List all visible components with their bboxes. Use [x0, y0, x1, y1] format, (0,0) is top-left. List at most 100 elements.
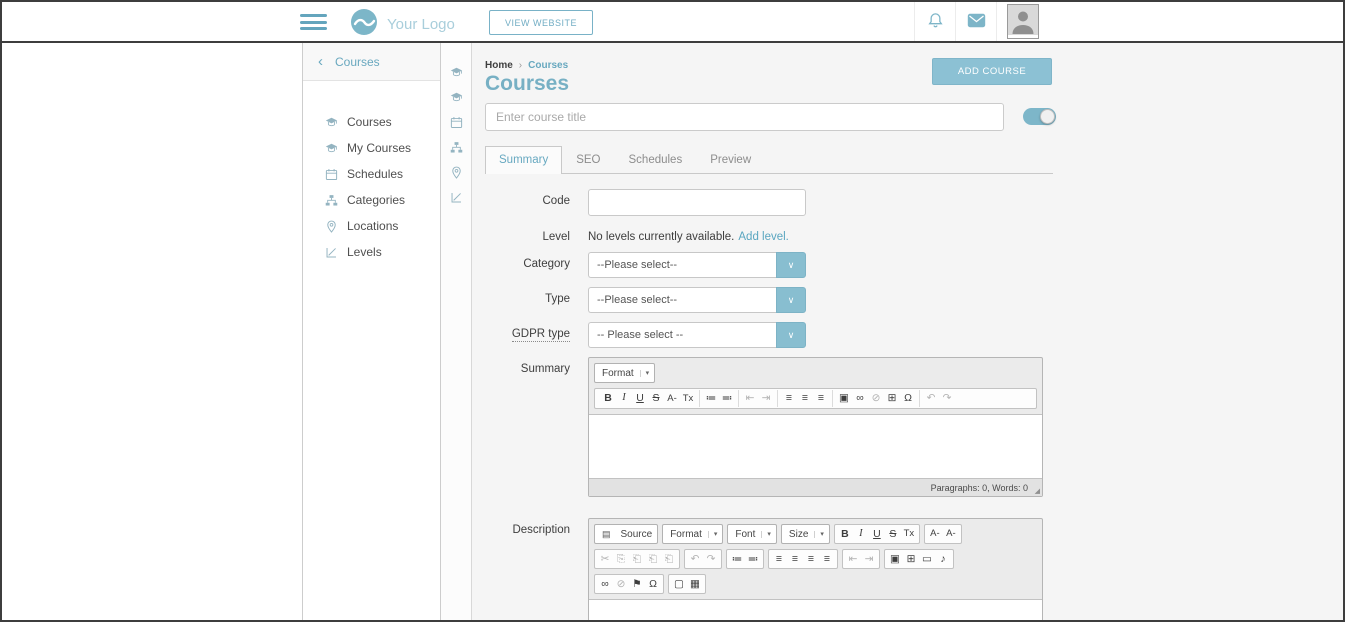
- media-button[interactable]: ♪: [935, 551, 951, 568]
- table-button[interactable]: ⊞: [884, 390, 900, 407]
- maximize-button[interactable]: ▢: [671, 576, 687, 593]
- gdpr-select[interactable]: -- Please select -- ∨: [588, 322, 806, 348]
- sidebar-item-my-courses[interactable]: My Courses: [303, 135, 440, 161]
- bulleted-list-button[interactable]: ≕: [745, 551, 761, 568]
- rail-item-my-courses[interactable]: [441, 85, 471, 110]
- type-select-value[interactable]: --Please select--: [588, 287, 776, 313]
- code-input[interactable]: [588, 189, 806, 216]
- special-char-button[interactable]: Ω: [900, 390, 916, 407]
- special-char-button[interactable]: Ω: [645, 576, 661, 593]
- paste-word-button[interactable]: ⎗: [661, 551, 677, 568]
- numbered-list-button[interactable]: ≔: [703, 390, 719, 407]
- inbox-button[interactable]: [955, 2, 996, 41]
- logo[interactable]: Your Logo: [350, 8, 455, 41]
- outdent-button[interactable]: ⇤: [845, 551, 861, 568]
- flag-button[interactable]: ⚑: [629, 576, 645, 593]
- sidebar-item-locations[interactable]: Locations: [303, 213, 440, 239]
- add-level-link[interactable]: Add level.: [738, 231, 789, 243]
- underline-button[interactable]: U: [632, 390, 648, 407]
- align-center-button[interactable]: ≡: [797, 390, 813, 407]
- notifications-button[interactable]: [914, 2, 955, 41]
- undo-button[interactable]: ↶: [923, 390, 939, 407]
- tab-summary[interactable]: Summary: [485, 146, 562, 174]
- paste-button[interactable]: ⎗: [629, 551, 645, 568]
- graduation-cap-icon: [324, 116, 338, 129]
- description-editor-body[interactable]: [589, 599, 1042, 620]
- sidebar-item-levels[interactable]: Levels: [303, 239, 440, 265]
- resize-handle[interactable]: ◢: [1035, 487, 1040, 495]
- breadcrumb-home[interactable]: Home: [485, 60, 513, 71]
- link-button[interactable]: ∞: [852, 390, 868, 407]
- size-dropdown[interactable]: Size ▾: [781, 524, 830, 544]
- text-color-button[interactable]: A-: [664, 390, 680, 407]
- align-left-button[interactable]: ≡: [771, 551, 787, 568]
- tab-schedules[interactable]: Schedules: [615, 146, 697, 174]
- align-right-button[interactable]: ≡: [813, 390, 829, 407]
- format-dropdown[interactable]: Format ▾: [594, 363, 655, 383]
- cut-button[interactable]: ✂: [597, 551, 613, 568]
- undo-button[interactable]: ↶: [687, 551, 703, 568]
- breadcrumb-current[interactable]: Courses: [528, 60, 568, 71]
- rail-item-levels[interactable]: [441, 185, 471, 210]
- underline-button[interactable]: U: [869, 526, 885, 543]
- font-dropdown[interactable]: Font ▾: [727, 524, 777, 544]
- strikethrough-button[interactable]: S: [648, 390, 664, 407]
- sidebar-item-categories[interactable]: Categories: [303, 187, 440, 213]
- bg-color-button[interactable]: A-: [943, 526, 959, 543]
- align-justify-button[interactable]: ≡: [819, 551, 835, 568]
- bulleted-list-button[interactable]: ≕: [719, 390, 735, 407]
- category-select-arrow-button[interactable]: ∨: [776, 252, 806, 278]
- gdpr-select-arrow-button[interactable]: ∨: [776, 322, 806, 348]
- view-website-button[interactable]: VIEW WEBSITE: [489, 10, 593, 35]
- tab-preview[interactable]: Preview: [696, 146, 765, 174]
- indent-button[interactable]: ⇥: [758, 390, 774, 407]
- link-button[interactable]: ∞: [597, 576, 613, 593]
- unlink-button[interactable]: ⊘: [868, 390, 884, 407]
- publish-toggle[interactable]: [1023, 108, 1056, 125]
- rail-item-locations[interactable]: [441, 160, 471, 185]
- indent-button[interactable]: ⇥: [861, 551, 877, 568]
- text-color-button[interactable]: A-: [927, 526, 943, 543]
- sidebar-back-button[interactable]: ‹ Courses: [303, 43, 440, 81]
- bold-button[interactable]: B: [600, 390, 616, 407]
- user-avatar[interactable]: [996, 2, 1048, 41]
- align-center-button[interactable]: ≡: [787, 551, 803, 568]
- source-button[interactable]: ▤ Source: [594, 524, 658, 544]
- bold-button[interactable]: B: [837, 526, 853, 543]
- gdpr-select-value[interactable]: -- Please select --: [588, 322, 776, 348]
- paste-text-button[interactable]: ⎗: [645, 551, 661, 568]
- summary-editor-body[interactable]: [589, 414, 1042, 478]
- remove-format-button[interactable]: Tx: [901, 526, 917, 543]
- redo-button[interactable]: ↷: [703, 551, 719, 568]
- show-blocks-button[interactable]: ▦: [687, 576, 703, 593]
- rail-item-schedules[interactable]: [441, 110, 471, 135]
- add-course-button[interactable]: ADD COURSE: [932, 58, 1052, 85]
- redo-button[interactable]: ↷: [939, 390, 955, 407]
- italic-button[interactable]: I: [853, 526, 869, 543]
- course-title-input[interactable]: [485, 103, 1004, 131]
- type-select[interactable]: --Please select-- ∨: [588, 287, 806, 313]
- type-select-arrow-button[interactable]: ∨: [776, 287, 806, 313]
- iframe-button[interactable]: ▭: [919, 551, 935, 568]
- align-right-button[interactable]: ≡: [803, 551, 819, 568]
- copy-button[interactable]: ⎘: [613, 551, 629, 568]
- strikethrough-button[interactable]: S: [885, 526, 901, 543]
- category-select[interactable]: --Please select-- ∨: [588, 252, 806, 278]
- menu-icon[interactable]: [300, 14, 327, 30]
- table-button[interactable]: ⊞: [903, 551, 919, 568]
- format-dropdown[interactable]: Format ▾: [662, 524, 723, 544]
- sidebar-item-schedules[interactable]: Schedules: [303, 161, 440, 187]
- numbered-list-button[interactable]: ≔: [729, 551, 745, 568]
- image-button[interactable]: ▣: [887, 551, 903, 568]
- image-button[interactable]: ▣: [836, 390, 852, 407]
- sidebar-item-courses[interactable]: Courses: [303, 109, 440, 135]
- rail-item-courses[interactable]: [441, 60, 471, 85]
- rail-item-categories[interactable]: [441, 135, 471, 160]
- italic-button[interactable]: I: [616, 390, 632, 407]
- tab-seo[interactable]: SEO: [562, 146, 614, 174]
- align-left-button[interactable]: ≡: [781, 390, 797, 407]
- remove-format-button[interactable]: Tx: [680, 390, 696, 407]
- unlink-button[interactable]: ⊘: [613, 576, 629, 593]
- outdent-button[interactable]: ⇤: [742, 390, 758, 407]
- category-select-value[interactable]: --Please select--: [588, 252, 776, 278]
